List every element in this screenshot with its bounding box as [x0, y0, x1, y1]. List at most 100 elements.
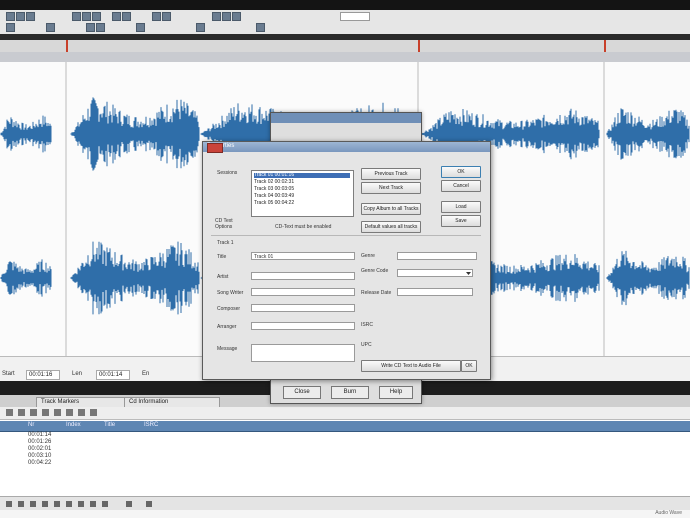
close-button[interactable]: Close	[283, 386, 321, 399]
song-writer-field[interactable]	[251, 288, 355, 296]
list-item[interactable]: 00:01:14	[28, 432, 51, 438]
stop-icon[interactable]	[222, 12, 231, 21]
zoom-combo[interactable]	[340, 12, 370, 21]
delete-marker-icon[interactable]	[18, 409, 25, 416]
help-button[interactable]: Help	[379, 386, 413, 399]
marker-list-header: Nr Index Title ISRC	[0, 421, 690, 432]
message-field[interactable]	[251, 344, 355, 362]
length-label: Len	[72, 371, 83, 377]
marker-ruler[interactable]	[0, 34, 690, 53]
move-up-icon[interactable]	[30, 409, 37, 416]
close-icon[interactable]	[207, 143, 223, 153]
track-marker[interactable]	[66, 40, 68, 52]
column-header[interactable]: Title	[104, 422, 115, 428]
list-item[interactable]: Track 03 00:03:05	[254, 187, 350, 192]
column-header[interactable]: Index	[66, 422, 81, 428]
composer-label: Composer	[217, 306, 241, 312]
up-icon[interactable]	[78, 501, 84, 507]
cd-text-options-label: CD Text Options	[215, 218, 233, 230]
record-icon[interactable]	[232, 12, 241, 21]
copy-album-button[interactable]: Copy Album to all Tracks	[361, 203, 421, 215]
composer-field[interactable]	[251, 304, 355, 312]
title-field[interactable]: Track 01	[251, 252, 355, 260]
track-marker[interactable]	[604, 40, 606, 52]
play-icon[interactable]	[212, 12, 221, 21]
list-item[interactable]: Track 05 00:04:22	[254, 201, 350, 206]
copy-icon[interactable]	[82, 12, 91, 21]
burn-button[interactable]: Burn	[331, 386, 369, 399]
import-icon[interactable]	[126, 501, 132, 507]
move-down-icon[interactable]	[42, 409, 49, 416]
column-header[interactable]: ISRC	[144, 422, 158, 428]
list-item[interactable]: 00:03:10	[28, 453, 51, 459]
cd-burn-dialog-title	[271, 113, 421, 123]
split-icon[interactable]	[54, 409, 61, 416]
sessions-label: Sessions	[217, 170, 238, 176]
cd-text-dialog: Properties Sessions Track 01 00:01:16 Tr…	[202, 141, 491, 380]
release-date-field[interactable]	[397, 288, 473, 296]
first-icon[interactable]	[6, 501, 12, 507]
selection-end-field[interactable]: 00:01:14	[96, 370, 130, 380]
properties-icon[interactable]	[102, 501, 108, 507]
burn-icon[interactable]	[146, 501, 152, 507]
load-button[interactable]: Load	[441, 201, 481, 213]
arranger-field[interactable]	[251, 322, 355, 330]
next-track-button[interactable]: Next Track	[361, 182, 421, 194]
fade-out-icon[interactable]	[96, 23, 105, 32]
arranger-label: Arranger	[217, 324, 237, 330]
marker-icon[interactable]	[46, 23, 55, 32]
down-icon[interactable]	[90, 501, 96, 507]
selection-start-field[interactable]: 00:01:16	[26, 370, 60, 380]
edit-icon[interactable]	[78, 409, 85, 416]
list-item[interactable]: 00:04:22	[28, 460, 51, 466]
effects-icon[interactable]	[196, 23, 205, 32]
redo-icon[interactable]	[122, 12, 131, 21]
undo-icon[interactable]	[112, 12, 121, 21]
save-icon[interactable]	[26, 12, 35, 21]
column-header[interactable]: Nr	[28, 422, 34, 428]
cut-icon[interactable]	[72, 12, 81, 21]
song-writer-label: Song Writer	[217, 290, 244, 296]
track-marker[interactable]	[418, 40, 420, 52]
open-file-icon[interactable]	[16, 12, 25, 21]
artist-field[interactable]	[251, 272, 355, 280]
default-values-button[interactable]: Default values all tracks	[361, 221, 421, 233]
fade-in-icon[interactable]	[86, 23, 95, 32]
new-file-icon[interactable]	[6, 12, 15, 21]
track-listbox[interactable]: Track 01 00:01:16 Track 02 00:02:31 Trac…	[251, 170, 354, 217]
list-item[interactable]: 00:02:01	[28, 446, 51, 452]
ok-button[interactable]: OK	[441, 166, 481, 178]
genre-code-label: Genre Code	[361, 268, 389, 274]
settings-icon[interactable]	[256, 23, 265, 32]
normalize-icon[interactable]	[136, 23, 145, 32]
cancel-button[interactable]: Cancel	[441, 180, 481, 192]
list-icon[interactable]	[90, 409, 97, 416]
ok-small-button[interactable]: OK	[461, 360, 477, 372]
message-label: Message	[217, 346, 238, 352]
previous-track-button[interactable]: Previous Track	[361, 168, 421, 180]
zoom-out-icon[interactable]	[162, 12, 171, 21]
zoom-in-icon[interactable]	[152, 12, 161, 21]
overview-strip	[0, 34, 690, 40]
genre-field[interactable]	[397, 252, 477, 260]
list-item[interactable]: Track 02 00:02:31	[254, 180, 350, 185]
status-text: Audio Wave	[655, 510, 682, 516]
list-item[interactable]: 00:01:26	[28, 439, 51, 445]
list-item[interactable]: Track 01 00:01:16	[254, 173, 350, 178]
prev-icon[interactable]	[18, 501, 24, 507]
list-item[interactable]: Track 04 00:03:49	[254, 194, 350, 199]
genre-code-combo[interactable]	[397, 269, 473, 277]
merge-icon[interactable]	[66, 409, 73, 416]
remove-icon[interactable]	[66, 501, 72, 507]
write-cd-text-button[interactable]: Write CD Text to Audio File	[361, 360, 461, 372]
save-button[interactable]: Save	[441, 215, 481, 227]
add-icon[interactable]	[54, 501, 60, 507]
app-window: Start 00:01:16 Len 00:01:14 En Track Mar…	[0, 0, 690, 518]
tab-cd-information[interactable]: Cd Information	[124, 397, 220, 407]
paste-icon[interactable]	[92, 12, 101, 21]
last-icon[interactable]	[42, 501, 48, 507]
loop-icon[interactable]	[6, 23, 15, 32]
add-marker-icon[interactable]	[6, 409, 13, 416]
next-icon[interactable]	[30, 501, 36, 507]
tab-track-markers[interactable]: Track Markers	[36, 397, 126, 407]
